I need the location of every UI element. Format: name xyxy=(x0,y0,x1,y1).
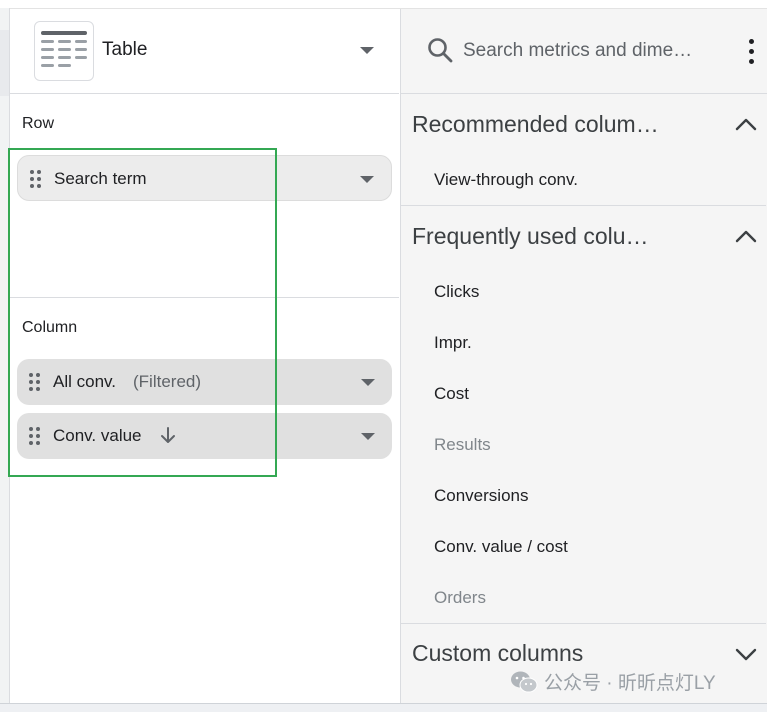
left-edge-strip xyxy=(0,8,10,703)
chevron-down-icon[interactable] xyxy=(735,647,757,661)
metric-item[interactable]: Conv. value / cost xyxy=(434,537,568,557)
column-chip-label: Conv. value xyxy=(53,426,142,445)
watermark: 公众号 · 昕昕点灯LY xyxy=(510,668,716,695)
metric-item[interactable]: Clicks xyxy=(434,282,479,302)
drag-handle-icon[interactable] xyxy=(30,170,42,188)
drag-handle-icon[interactable] xyxy=(29,373,41,391)
row-chip-label: Search term xyxy=(54,169,147,188)
visualization-selector[interactable]: Table xyxy=(10,9,399,94)
group-title-frequently-used[interactable]: Frequently used colu… xyxy=(412,223,649,250)
group-title-recommended[interactable]: Recommended colum… xyxy=(412,111,659,138)
top-edge xyxy=(0,0,767,9)
chevron-down-icon[interactable] xyxy=(361,433,375,440)
metric-item[interactable]: Cost xyxy=(434,384,469,404)
drag-handle-icon[interactable] xyxy=(29,427,41,445)
group-title-custom-columns[interactable]: Custom columns xyxy=(412,640,583,667)
arrow-down-icon[interactable] xyxy=(159,426,177,446)
group-divider xyxy=(401,623,766,624)
watermark-text: 公众号 · 昕昕点灯LY xyxy=(544,673,716,694)
row-section-label: Row xyxy=(22,115,55,132)
visualization-type-label: Table xyxy=(102,39,148,60)
filtered-indicator: (Filtered) xyxy=(133,372,202,391)
column-chip-conv-value[interactable]: Conv. value xyxy=(17,413,392,459)
metric-item[interactable]: Conversions xyxy=(434,486,529,506)
chevron-up-icon[interactable] xyxy=(735,229,757,243)
metric-item[interactable]: Impr. xyxy=(434,333,472,353)
chart-editor-panel: Table Row Search term Column All conv. (… xyxy=(10,9,399,703)
section-divider xyxy=(10,297,399,298)
visualization-dropdown-caret-icon[interactable] xyxy=(360,47,374,54)
metric-item[interactable]: View-through conv. xyxy=(434,170,578,190)
search-input[interactable]: Search metrics and dime… xyxy=(463,40,692,62)
column-chip-all-conv[interactable]: All conv. (Filtered) xyxy=(17,359,392,405)
group-divider xyxy=(401,205,766,206)
row-chip-search-term[interactable]: Search term xyxy=(17,155,392,201)
column-chip-label: All conv. xyxy=(53,372,116,391)
left-edge-tab[interactable] xyxy=(0,30,9,96)
metrics-picker-panel: Search metrics and dime… Recommended col… xyxy=(400,9,767,703)
metric-item-disabled: Results xyxy=(434,435,491,454)
search-icon[interactable] xyxy=(427,37,453,63)
chevron-down-icon[interactable] xyxy=(361,379,375,386)
table-thumbnail-icon xyxy=(34,21,94,81)
chevron-up-icon[interactable] xyxy=(735,117,757,131)
more-options-icon[interactable] xyxy=(749,39,755,65)
search-bar: Search metrics and dime… xyxy=(401,9,767,94)
column-section-label: Column xyxy=(22,319,78,336)
chevron-down-icon[interactable] xyxy=(360,176,374,183)
wechat-icon xyxy=(510,670,538,694)
metric-item-disabled: Orders xyxy=(434,588,486,607)
